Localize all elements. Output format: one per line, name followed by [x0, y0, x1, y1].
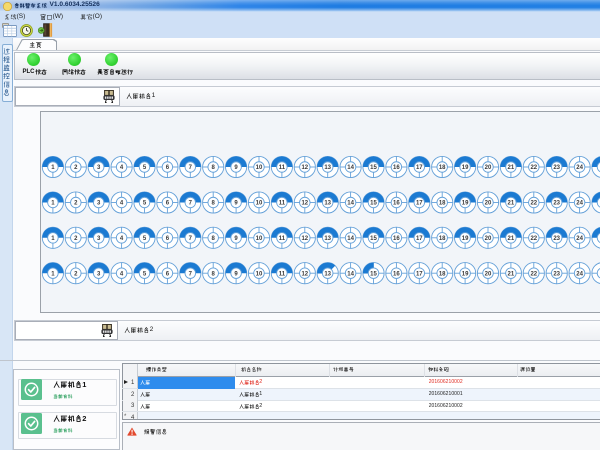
svg-text:22: 22	[530, 271, 537, 277]
svg-text:16: 16	[393, 165, 400, 171]
svg-text:15: 15	[370, 236, 377, 242]
svg-text:21: 21	[508, 271, 515, 277]
svg-text:18: 18	[439, 236, 446, 242]
svg-text:18: 18	[439, 271, 446, 277]
svg-text:21: 21	[508, 165, 515, 171]
svg-text:10: 10	[256, 201, 263, 207]
svg-text:23: 23	[553, 165, 560, 171]
svg-text:23: 23	[553, 271, 560, 277]
svg-text:11: 11	[279, 201, 286, 207]
svg-text:18: 18	[439, 165, 446, 171]
svg-text:20: 20	[485, 236, 492, 242]
svg-text:17: 17	[416, 271, 423, 277]
svg-text:10: 10	[256, 271, 263, 277]
svg-text:19: 19	[462, 201, 469, 207]
svg-text:19: 19	[462, 271, 469, 277]
svg-text:11: 11	[279, 165, 286, 171]
svg-text:13: 13	[324, 201, 331, 207]
svg-text:12: 12	[301, 165, 308, 171]
svg-text:22: 22	[530, 236, 537, 242]
svg-text:18: 18	[439, 201, 446, 207]
svg-text:15: 15	[370, 271, 377, 277]
svg-text:14: 14	[347, 271, 354, 277]
svg-text:13: 13	[324, 236, 331, 242]
svg-text:24: 24	[576, 201, 583, 207]
svg-text:17: 17	[416, 236, 423, 242]
svg-text:13: 13	[324, 271, 331, 277]
svg-text:20: 20	[485, 271, 492, 277]
svg-text:10: 10	[256, 165, 263, 171]
svg-text:21: 21	[508, 201, 515, 207]
svg-text:14: 14	[347, 236, 354, 242]
svg-text:11: 11	[279, 271, 286, 277]
svg-text:19: 19	[462, 165, 469, 171]
svg-text:22: 22	[530, 201, 537, 207]
svg-text:14: 14	[347, 165, 354, 171]
svg-text:16: 16	[393, 271, 400, 277]
svg-text:10: 10	[256, 236, 263, 242]
svg-text:16: 16	[393, 236, 400, 242]
svg-text:12: 12	[301, 236, 308, 242]
svg-text:15: 15	[370, 201, 377, 207]
svg-text:23: 23	[553, 236, 560, 242]
svg-text:19: 19	[462, 236, 469, 242]
svg-text:20: 20	[485, 201, 492, 207]
svg-text:14: 14	[347, 201, 354, 207]
svg-text:11: 11	[279, 236, 286, 242]
svg-text:24: 24	[576, 271, 583, 277]
svg-text:23: 23	[553, 201, 560, 207]
svg-text:12: 12	[301, 201, 308, 207]
svg-text:20: 20	[485, 165, 492, 171]
svg-text:21: 21	[508, 236, 515, 242]
svg-text:22: 22	[530, 165, 537, 171]
svg-text:17: 17	[416, 201, 423, 207]
svg-text:24: 24	[576, 165, 583, 171]
svg-text:16: 16	[393, 201, 400, 207]
svg-text:15: 15	[370, 165, 377, 171]
svg-text:24: 24	[576, 236, 583, 242]
svg-text:12: 12	[301, 271, 308, 277]
svg-text:13: 13	[324, 165, 331, 171]
svg-text:17: 17	[416, 165, 423, 171]
